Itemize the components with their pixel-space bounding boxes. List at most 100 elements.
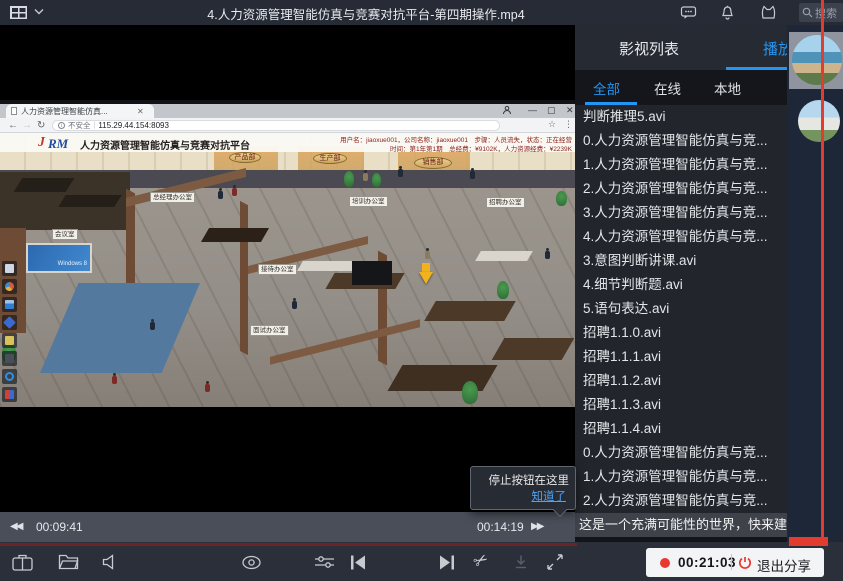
scene-desk (14, 178, 75, 192)
video-display-area[interactable]: 人力资源管理智能仿真... ✕ — ▢ ✕ ← → ↻ i 不安全 | 115.… (0, 25, 575, 512)
tab-media-list[interactable]: 影视列表 (619, 38, 679, 59)
annotation-red-line (821, 0, 824, 545)
exit-share-button[interactable]: 退出分享 (757, 555, 811, 575)
person-figure (545, 248, 550, 259)
playlist-item[interactable]: 判断推理5.avi (575, 105, 787, 129)
playlist-item[interactable]: 1.人力资源管理智能仿真与竞... (575, 153, 787, 177)
message-icon[interactable] (680, 5, 697, 20)
chevron-down-icon[interactable] (34, 8, 44, 15)
person-figure (398, 166, 403, 177)
current-time: 00:09:41 (36, 520, 83, 534)
tooltip-confirm-link[interactable]: 知道了 (532, 488, 567, 504)
dept-sign-product: 产品部 (229, 152, 261, 163)
volume-icon[interactable] (102, 554, 118, 570)
desktop-icon-8 (2, 387, 17, 402)
playlist-item[interactable]: 招聘1.1.3.avi (575, 393, 787, 417)
skin-cat-icon[interactable] (760, 5, 777, 20)
room-label-recruit: 招聘办公室 (486, 197, 525, 208)
fullscreen-icon[interactable] (546, 553, 564, 571)
room-label-gm-office: 总经理办公室 (150, 192, 195, 203)
power-icon (738, 556, 752, 570)
tooltip-message: 停止按钮在这里 (489, 472, 570, 488)
recording-share-panel: 00:21:03 退出分享 (646, 548, 824, 577)
recording-dot (660, 558, 670, 568)
dept-sign-production: 生产部 (313, 153, 347, 164)
playlist-item[interactable]: 0.人力资源管理智能仿真与竞... (575, 441, 787, 465)
marquee-ticker: 这是一个充满可能性的世界，快来建 (575, 513, 787, 537)
playlist-item[interactable]: 3.意图判断讲课.avi (575, 249, 787, 273)
person-figure (150, 319, 155, 330)
media-library-icon[interactable] (12, 554, 33, 571)
app-menu-icon[interactable] (9, 5, 28, 20)
playlist-item[interactable]: 招聘1.1.4.avi (575, 417, 787, 441)
recording-time: 00:21:03 (678, 555, 736, 570)
wall-screen: Windows 8 (26, 243, 92, 273)
playlist-item[interactable]: 招聘1.1.2.avi (575, 369, 787, 393)
site-title: 人力资源管理智能仿真与竞赛对抗平台 (80, 137, 250, 152)
playlist-item[interactable]: 2.人力资源管理智能仿真与竞... (575, 177, 787, 201)
user-info-line2: 时间：第1年第1期 总经费：¥9102K，人力资源经费：¥2239K (302, 143, 572, 153)
room-label-reception: 接待办公室 (258, 264, 297, 275)
danmaku-visibility-icon[interactable] (240, 555, 263, 570)
stop-button-tooltip: 停止按钮在这里 知道了 (470, 466, 576, 510)
tab-play-list[interactable]: 播放列表 (763, 38, 787, 59)
bell-icon[interactable] (720, 5, 735, 21)
playlist-item[interactable]: 招聘1.1.0.avi (575, 321, 787, 345)
scene-tv (352, 261, 392, 285)
plant (372, 173, 381, 187)
filter-tab-local[interactable]: 本地 (714, 78, 741, 98)
filter-tab-online[interactable]: 在线 (654, 78, 681, 98)
person-figure (218, 188, 223, 199)
url-field: i 不安全 | 115.29.44.154:8093 (52, 120, 500, 131)
back-icon: ← (8, 120, 18, 131)
scene-counter (475, 251, 533, 261)
person-figure (112, 373, 117, 384)
playlist-item[interactable]: 招聘1.1.1.avi (575, 345, 787, 369)
desktop-icon-7 (2, 369, 17, 384)
url-separator: | (94, 122, 96, 129)
dept-sign-sales: 销售部 (414, 157, 452, 169)
playlist-item[interactable]: 2.人力资源管理智能仿真与竞... (575, 489, 787, 513)
download-icon[interactable] (513, 554, 529, 570)
waypoint-arrow-head (419, 272, 433, 291)
playlist-item[interactable]: 4.细节判断题.avi (575, 273, 787, 297)
playlist-item[interactable]: 1.人力资源管理智能仿真与竞... (575, 465, 787, 489)
room-label-interview: 面试办公室 (250, 325, 289, 336)
playlist-item[interactable]: 4.人力资源管理智能仿真与竞... (575, 225, 787, 249)
scene-wall (240, 201, 248, 355)
annotation-underline (0, 543, 577, 546)
room-label-meeting: 会议室 (52, 229, 78, 240)
security-label: 不安全 (68, 120, 91, 131)
fast-forward-icon[interactable]: ▶▶ (531, 521, 542, 532)
settings-sliders-icon[interactable] (314, 555, 335, 569)
plant (556, 191, 567, 206)
desktop-icon-5 (2, 333, 17, 348)
avatar[interactable] (792, 35, 842, 85)
minimize-icon: — (528, 105, 537, 115)
plant (497, 281, 509, 299)
scene-desk (201, 228, 269, 242)
profile-icon (502, 105, 512, 115)
scene-reception-desk (387, 365, 497, 391)
playlist-item[interactable]: 3.人力资源管理智能仿真与竞... (575, 201, 787, 225)
info-icon: i (58, 122, 65, 129)
window-title: 4.人力资源管理智能仿真与竞赛对抗平台-第四期操作.mp4 (56, 4, 676, 23)
browser-tab: 人力资源管理智能仿真... ✕ (6, 104, 154, 118)
filter-tab-all[interactable]: 全部 (593, 78, 620, 98)
playlist-item[interactable]: 0.人力资源管理智能仿真与竞... (575, 129, 787, 153)
person-figure (292, 298, 297, 309)
url-text: 115.29.44.154:8093 (98, 121, 169, 130)
person-figure (425, 248, 430, 259)
previous-track-icon[interactable] (349, 554, 367, 571)
playlist: 判断推理5.avi 0.人力资源管理智能仿真与竞... 1.人力资源管理智能仿真… (575, 105, 787, 513)
avatar[interactable] (798, 100, 840, 142)
open-file-icon[interactable] (58, 554, 79, 570)
desktop-icon-4 (2, 315, 17, 330)
desktop-icon-1 (2, 261, 17, 276)
playlist-item[interactable]: 5.语句表达.avi (575, 297, 787, 321)
next-track-icon[interactable] (438, 554, 456, 571)
filter-tab-bar: 全部 在线 本地 (575, 70, 787, 105)
site-logo: J (38, 135, 45, 151)
rewind-icon[interactable]: ◀◀ (10, 521, 21, 532)
tab-close-icon: ✕ (137, 107, 144, 116)
